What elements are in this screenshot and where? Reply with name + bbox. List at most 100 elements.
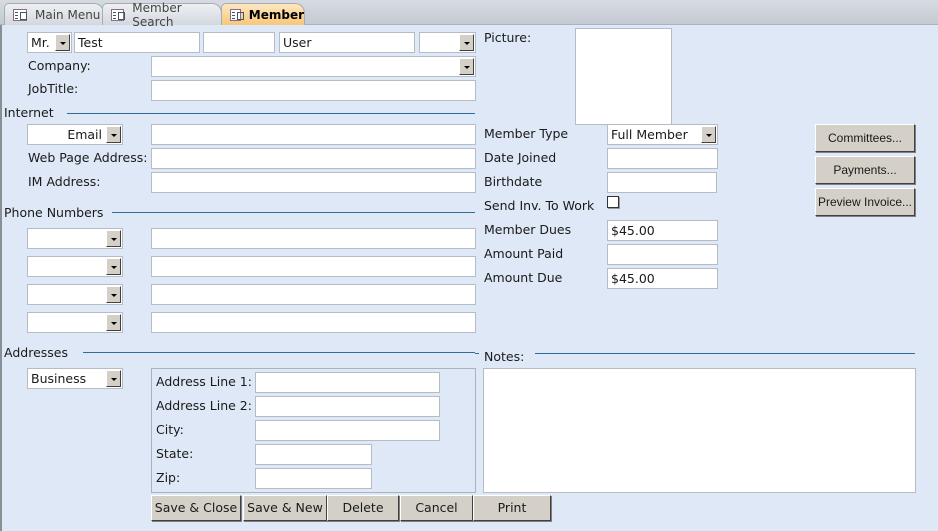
last-name-value: User [283, 35, 312, 50]
payments-label: Payments... [833, 163, 897, 177]
addresses-divider-end [475, 353, 479, 354]
address-line1-field[interactable] [255, 372, 440, 393]
member-type-value: Full Member [611, 127, 688, 142]
phone-type-combo[interactable] [27, 228, 123, 249]
last-name-field[interactable]: User [279, 32, 415, 53]
chevron-down-icon[interactable] [106, 286, 121, 303]
middle-name-field[interactable] [203, 32, 275, 53]
preview-invoice-label: Preview Invoice... [817, 195, 913, 209]
address-line2-field[interactable] [255, 396, 440, 417]
city-field[interactable] [255, 420, 440, 441]
amount-paid-label: Amount Paid [484, 246, 564, 261]
phone-type-combo[interactable] [27, 284, 123, 305]
save-new-button[interactable]: Save & New [243, 495, 327, 521]
chevron-down-icon[interactable] [459, 58, 474, 75]
form-icon [230, 8, 244, 21]
city-label: City: [156, 422, 184, 437]
form-left-border [0, 25, 2, 531]
tab-label: Main Menu [35, 7, 101, 22]
tab-member[interactable]: Member [221, 3, 305, 25]
web-page-field[interactable] [151, 148, 476, 169]
member-dues-field[interactable]: $45.00 [607, 220, 718, 241]
suffix-combo[interactable] [419, 32, 476, 53]
print-button[interactable]: Print [473, 495, 551, 521]
email-type-value: Email [67, 127, 102, 142]
company-combo[interactable] [151, 56, 476, 77]
chevron-down-icon[interactable] [106, 230, 121, 247]
web-page-label: Web Page Address: [28, 150, 148, 165]
phone-type-combo[interactable] [27, 312, 123, 333]
preview-invoice-button[interactable]: Preview Invoice... [815, 188, 915, 216]
job-title-field[interactable] [151, 80, 476, 101]
amount-due-value: $45.00 [611, 271, 655, 286]
email-field[interactable] [151, 124, 476, 145]
phone-number-field[interactable] [151, 312, 476, 333]
committees-button[interactable]: Committees... [815, 124, 915, 152]
cancel-button[interactable]: Cancel [400, 495, 473, 521]
phone-number-field[interactable] [151, 284, 476, 305]
amount-paid-field[interactable] [607, 244, 718, 265]
picture-label: Picture: [484, 30, 532, 45]
address-line2-label: Address Line 2: [156, 398, 252, 413]
member-dues-label: Member Dues [484, 222, 572, 237]
notes-field[interactable] [483, 368, 916, 493]
chevron-down-icon[interactable] [459, 34, 474, 51]
chevron-down-icon[interactable] [106, 370, 121, 387]
state-label: State: [156, 446, 194, 461]
date-joined-field[interactable] [607, 148, 718, 169]
phone-number-field[interactable] [151, 228, 476, 249]
chevron-down-icon[interactable] [106, 126, 121, 143]
member-type-combo[interactable]: Full Member [607, 124, 718, 145]
form-icon [111, 8, 126, 21]
address-type-value: Business [31, 371, 87, 386]
internet-section-label: Internet [4, 105, 54, 120]
member-dues-value: $45.00 [611, 223, 655, 238]
addresses-divider [83, 352, 475, 353]
chevron-down-icon[interactable] [106, 258, 121, 275]
phone-section-label: Phone Numbers [4, 205, 104, 220]
state-field[interactable] [255, 444, 372, 465]
address-type-combo[interactable]: Business [27, 368, 123, 389]
send-inv-label: Send Inv. To Work [484, 198, 595, 213]
birthdate-label: Birthdate [484, 174, 543, 189]
notes-label: Notes: [484, 349, 525, 364]
im-address-field[interactable] [151, 172, 476, 193]
addresses-section-label: Addresses [4, 345, 68, 360]
delete-button[interactable]: Delete [327, 495, 399, 521]
phone-number-field[interactable] [151, 256, 476, 277]
first-name-value: Test [78, 35, 103, 50]
form-icon [13, 8, 27, 21]
company-label: Company: [28, 58, 91, 73]
job-title-label: JobTitle: [28, 81, 79, 96]
internet-divider [67, 113, 475, 114]
prefix-combo[interactable]: Mr. [27, 32, 72, 53]
address-line1-label: Address Line 1: [156, 374, 252, 389]
send-inv-checkbox[interactable] [607, 196, 619, 208]
tab-member-search[interactable]: Member Search [102, 1, 222, 29]
im-address-label: IM Address: [28, 174, 101, 189]
phone-type-combo[interactable] [27, 256, 123, 277]
member-type-label: Member Type [484, 126, 569, 141]
zip-label: Zip: [156, 470, 181, 485]
document-tab-bar: Main Menu Member Search Member [0, 0, 938, 29]
chevron-down-icon[interactable] [701, 126, 716, 143]
save-close-button[interactable]: Save & Close [151, 495, 241, 521]
tab-label: Member [248, 7, 304, 22]
chevron-down-icon[interactable] [55, 34, 70, 51]
birthdate-field[interactable] [607, 172, 717, 193]
amount-due-field[interactable]: $45.00 [607, 268, 718, 289]
zip-field[interactable] [255, 468, 372, 489]
amount-due-label: Amount Due [484, 270, 563, 285]
committees-label: Committees... [827, 131, 902, 145]
first-name-field[interactable]: Test [74, 32, 200, 53]
tab-main-menu[interactable]: Main Menu [4, 3, 104, 25]
tab-label: Member Search [132, 0, 182, 29]
notes-divider [535, 353, 915, 354]
payments-button[interactable]: Payments... [815, 156, 915, 184]
picture-frame[interactable] [575, 28, 672, 125]
phone-divider [112, 212, 475, 213]
date-joined-label: Date Joined [484, 150, 557, 165]
prefix-value: Mr. [31, 35, 50, 50]
email-type-combo[interactable]: Email [27, 124, 123, 145]
chevron-down-icon[interactable] [106, 314, 121, 331]
